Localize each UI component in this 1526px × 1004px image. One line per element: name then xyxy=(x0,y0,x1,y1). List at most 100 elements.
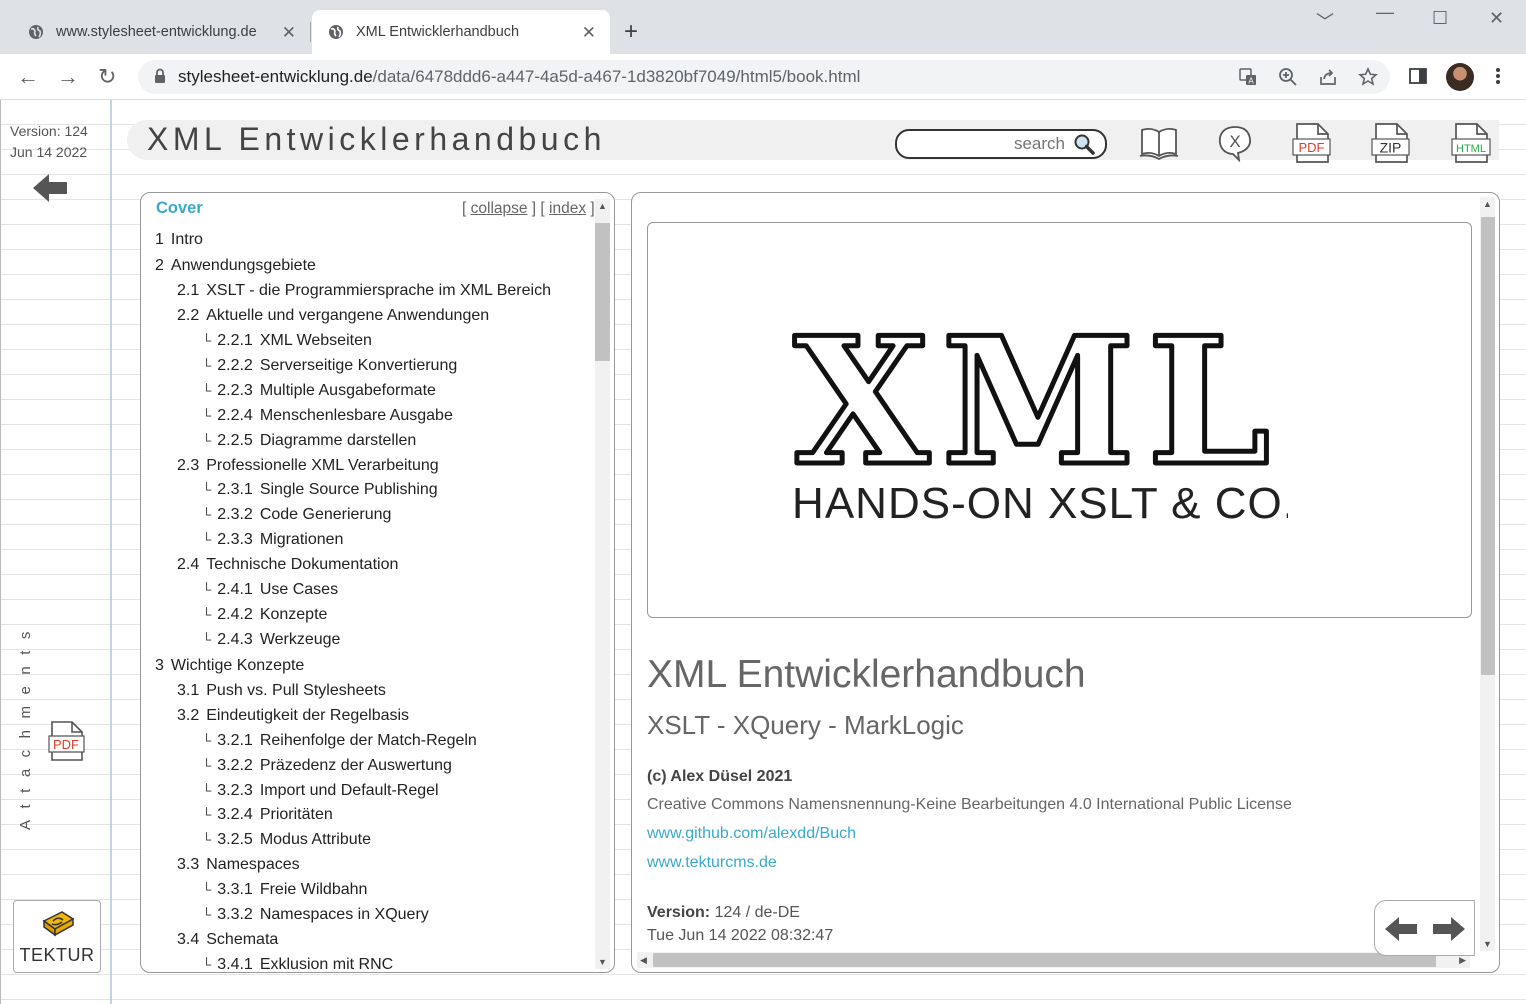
tree-branch-icon: └ xyxy=(202,606,212,622)
toc-item[interactable]: 2.4 Technische Dokumentation xyxy=(155,553,595,578)
toc-item[interactable]: 3.4 Schemata xyxy=(155,928,595,953)
browser-tab-1[interactable]: www.stylesheet-entwicklung.de ✕ xyxy=(0,10,311,54)
zoom-icon[interactable] xyxy=(1278,67,1298,87)
forward-icon[interactable]: → xyxy=(57,64,79,90)
tree-branch-icon: └ xyxy=(202,407,212,423)
toc-item[interactable]: └ 2.2.5 Diagramme darstellen xyxy=(155,429,595,454)
toc-item[interactable]: └ 3.3.2 Namespaces in XQuery xyxy=(155,903,595,928)
previous-page-arrow-icon[interactable] xyxy=(1383,915,1419,943)
zip-icon[interactable]: ZIP xyxy=(1369,122,1411,164)
back-icon[interactable]: ← xyxy=(17,64,39,90)
scroll-up-arrow-icon[interactable]: ▲ xyxy=(598,201,607,211)
pdf-icon[interactable]: PDF xyxy=(1290,122,1332,164)
copyright: (c) Alex Düsel 2021 xyxy=(647,768,793,785)
attachment-pdf-icon[interactable]: PDF xyxy=(46,720,86,762)
share-icon[interactable] xyxy=(1318,67,1338,87)
scroll-down-arrow-icon[interactable]: ▼ xyxy=(598,957,607,967)
html-icon-label: HTML xyxy=(1456,143,1486,155)
toc-item[interactable]: └ 2.2.3 Multiple Ausgabeformate xyxy=(155,379,595,404)
minimize-icon[interactable]: — xyxy=(1376,2,1394,23)
toc-item-number: 2 xyxy=(155,257,164,275)
toc-item-title: Diagramme darstellen xyxy=(259,431,417,449)
tree-branch-icon: └ xyxy=(202,757,212,773)
reload-icon[interactable]: ↻ xyxy=(98,64,116,90)
content-scroll-thumb[interactable] xyxy=(1481,217,1495,675)
side-panel-icon[interactable] xyxy=(1408,66,1428,86)
next-page-arrow-icon[interactable] xyxy=(1431,915,1467,943)
attachment-pdf-label: PDF xyxy=(53,737,79,752)
toc-item-number: 3.2.5 xyxy=(217,831,253,849)
toc-item[interactable]: └ 3.2.2 Präzedenz der Auswertung xyxy=(155,754,595,779)
toc-item[interactable]: └ 2.2.1 XML Webseiten xyxy=(155,329,595,354)
toc-item[interactable]: 3.3 Namespaces xyxy=(155,853,595,878)
kebab-menu-icon[interactable] xyxy=(1490,66,1506,86)
toc-scrollbar[interactable]: ▲ ▼ xyxy=(595,199,610,969)
toc-item[interactable]: 2.1 XSLT - die Programmiersprache im XML … xyxy=(155,279,595,304)
toc-item[interactable]: 2.3 Professionelle XML Verarbeitung xyxy=(155,454,595,479)
close-tab-icon[interactable]: ✕ xyxy=(282,23,296,43)
toc-item[interactable]: 1 Intro xyxy=(155,228,595,253)
browser-tab-2[interactable]: XML Entwicklerhandbuch ✕ xyxy=(312,10,610,54)
scroll-down-arrow-icon[interactable]: ▼ xyxy=(1483,939,1492,949)
toc-item[interactable]: └ 3.2.1 Reihenfolge der Match-Regeln xyxy=(155,729,595,754)
content-horizontal-scrollbar[interactable]: ◀ ▶ xyxy=(637,952,1470,968)
toc-item[interactable]: 2 Anwendungsgebiete xyxy=(155,254,595,279)
toc-item-title: Menschenlesbare Ausgabe xyxy=(259,406,453,424)
translate-icon[interactable]: A xyxy=(1238,67,1258,87)
toc-scroll-thumb[interactable] xyxy=(595,223,610,361)
xquery-icon[interactable]: X xyxy=(1217,124,1253,162)
profile-avatar[interactable] xyxy=(1446,63,1474,91)
toc-item[interactable]: └ 2.3.1 Single Source Publishing xyxy=(155,478,595,503)
browser-tab-strip: www.stylesheet-entwicklung.de ✕ XML Entw… xyxy=(0,0,1526,54)
index-link[interactable]: index xyxy=(549,200,586,217)
toc-item-title: Konzepte xyxy=(259,605,328,623)
tekturcms-link[interactable]: www.tekturcms.de xyxy=(647,854,777,872)
collapse-link[interactable]: collapse xyxy=(471,200,528,217)
toc-item[interactable]: └ 2.3.3 Migrationen xyxy=(155,528,595,553)
close-tab-icon[interactable]: ✕ xyxy=(582,23,596,43)
github-link[interactable]: www.github.com/alexdd/Buch xyxy=(647,825,856,843)
toc-cover-link[interactable]: Cover xyxy=(156,199,203,218)
scroll-left-arrow-icon[interactable]: ◀ xyxy=(640,955,647,966)
bookmark-star-icon[interactable] xyxy=(1358,67,1378,87)
close-window-icon[interactable]: ✕ xyxy=(1489,8,1504,29)
tree-branch-icon: └ xyxy=(202,333,212,349)
toc-item-number: 1 xyxy=(155,231,164,248)
toc-item[interactable]: └ 3.2.3 Import und Default-Regel xyxy=(155,779,595,804)
toc-item[interactable]: └ 3.2.5 Modus Attribute xyxy=(155,828,595,853)
scroll-up-arrow-icon[interactable]: ▲ xyxy=(1483,199,1492,209)
toc-item[interactable]: └ 2.3.2 Code Generierung xyxy=(155,503,595,528)
search-box[interactable] xyxy=(895,129,1107,159)
tektur-button[interactable]: TEKTUR xyxy=(13,900,101,973)
toc-item[interactable]: └ 2.4.1 Use Cases xyxy=(155,578,595,603)
toc-item[interactable]: 3.2 Eindeutigkeit der Regelbasis xyxy=(155,704,595,729)
toc-item[interactable]: └ 3.4.1 Exklusion mit RNC xyxy=(155,953,595,972)
search-icon[interactable] xyxy=(1073,133,1095,155)
toc-item[interactable]: 3 Wichtige Konzepte xyxy=(155,654,595,679)
tab-search-icon[interactable]: ﹀ xyxy=(1316,8,1334,34)
toc-item[interactable]: └ 3.3.1 Freie Wildbahn xyxy=(155,878,595,903)
toc-item[interactable]: └ 2.4.2 Konzepte xyxy=(155,603,595,628)
maximize-icon[interactable]: ☐ xyxy=(1432,8,1448,29)
book-icon[interactable] xyxy=(1139,126,1179,160)
content-hscroll-thumb[interactable] xyxy=(653,953,1436,967)
html-icon[interactable]: HTML xyxy=(1449,122,1493,164)
scroll-right-arrow-icon[interactable]: ▶ xyxy=(1459,955,1466,966)
search-input[interactable] xyxy=(905,133,1065,155)
new-tab-icon[interactable]: + xyxy=(624,18,638,46)
back-arrow-icon[interactable] xyxy=(31,172,69,204)
toc-item-number: 2.1 xyxy=(177,282,200,300)
cover-image: XML HANDS-ON XSLT & CO. xyxy=(647,222,1472,618)
toc-item[interactable]: └ 2.2.2 Serverseitige Konvertierung xyxy=(155,354,595,379)
book-date: Tue Jun 14 2022 08:32:47 xyxy=(647,927,834,944)
toc-item[interactable]: 2.2 Aktuelle und vergangene Anwendungen xyxy=(155,304,595,329)
content-vertical-scrollbar[interactable]: ▲ ▼ xyxy=(1480,197,1495,951)
address-bar[interactable]: stylesheet-entwicklung.de/data/6478ddd6-… xyxy=(138,60,1390,94)
toc-item[interactable]: └ 3.2.4 Prioritäten xyxy=(155,803,595,828)
left-sidebar: Version: 124 Jun 14 2022 Attachments PDF… xyxy=(1,100,112,1004)
tree-branch-icon: └ xyxy=(202,782,212,798)
toc-item[interactable]: 3.1 Push vs. Pull Stylesheets xyxy=(155,679,595,704)
tree-branch-icon: └ xyxy=(202,631,212,647)
toc-item[interactable]: └ 2.4.3 Werkzeuge xyxy=(155,628,595,653)
toc-item[interactable]: └ 2.2.4 Menschenlesbare Ausgabe xyxy=(155,404,595,429)
